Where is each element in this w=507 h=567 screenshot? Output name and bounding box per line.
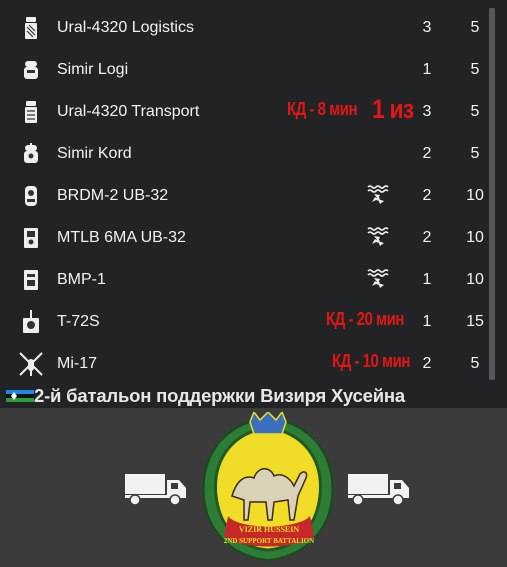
camel-crest-emblem: VIZIR HUSSEIN 2ND SUPPORT BATTALION [202, 412, 334, 562]
unit-row-brdm-2[interactable]: BRDM-2 UB-32 2 10 [14, 175, 484, 217]
cooldown-note: КД - 8 мин [287, 99, 358, 120]
unit-row-simir-kord[interactable]: Simir Kord 2 5 [14, 133, 484, 175]
unit-row-bmp-1[interactable]: BMP-1 1 10 [14, 259, 484, 301]
supply-truck-icon [25, 101, 37, 123]
supply-truck-icon [125, 474, 186, 506]
tank-icon [23, 310, 39, 333]
supply-truck-icon [25, 17, 37, 39]
unit-name: Ural-4320 Transport [57, 103, 200, 120]
unit-count: 2 [422, 229, 432, 246]
unit-name: Ural-4320 Logistics [57, 19, 194, 36]
light-vehicle-icon [24, 61, 38, 79]
unit-name: Simir Kord [57, 145, 132, 162]
unit-count: 3 [422, 103, 432, 120]
unit-name: Simir Logi [57, 61, 129, 78]
unit-cost: 5 [470, 61, 480, 78]
cooldown-note: КД - 20 мин [326, 309, 404, 330]
unit-count: 1 [422, 313, 432, 330]
unit-row-simir-logi[interactable]: Simir Logi 1 5 [14, 49, 484, 91]
unit-cost: 5 [470, 19, 480, 36]
unit-list-panel: Ural-4320 Logistics 3 5 Simir Logi 1 5 U… [0, 0, 507, 384]
amphibious-icon [367, 185, 389, 204]
helicopter-icon [19, 352, 43, 376]
unit-count: 3 [422, 19, 432, 36]
emblem-text-top: VIZIR HUSSEIN [239, 525, 299, 534]
amphibious-icon [367, 227, 389, 246]
limit-note: 1 из [372, 94, 414, 124]
unit-name: BMP-1 [57, 271, 106, 288]
unit-row-mtlb[interactable]: MTLB 6MA UB-32 2 10 [14, 217, 484, 259]
faction-banner: 2-й батальон поддержки Визиря Хусейна [0, 384, 507, 408]
unit-cost: 10 [466, 271, 484, 288]
wheeled-apc-icon [25, 186, 37, 206]
amphibious-icon [367, 269, 389, 288]
unit-row-t-72s[interactable]: T-72S КД - 20 мин 1 15 [14, 301, 484, 343]
unit-count: 2 [422, 145, 432, 162]
unit-name: T-72S [57, 313, 100, 330]
unit-cost: 5 [470, 145, 480, 162]
unit-count: 2 [422, 355, 432, 372]
emblem-text-bottom: 2ND SUPPORT BATTALION [224, 537, 314, 545]
unit-count: 1 [422, 271, 432, 288]
unit-count: 1 [422, 61, 432, 78]
tracked-apc-icon [24, 228, 38, 248]
unit-name: Mi-17 [57, 355, 98, 372]
unit-count: 2 [422, 187, 432, 204]
unit-name: MTLB 6MA UB-32 [57, 229, 186, 246]
unit-cost: 15 [466, 313, 484, 330]
unit-cost: 10 [466, 187, 484, 204]
unit-name: BRDM-2 UB-32 [57, 187, 169, 204]
unit-cost: 5 [470, 355, 480, 372]
supply-truck-icon [348, 474, 409, 506]
unit-row-ural-transport[interactable]: Ural-4320 Transport КД - 8 мин 1 из 3 5 [14, 91, 484, 133]
unit-cost: 5 [470, 103, 480, 120]
faction-title: 2-й батальон поддержки Визиря Хусейна [34, 385, 405, 406]
unit-cost: 10 [466, 229, 484, 246]
cooldown-note: КД - 10 мин [332, 351, 410, 372]
armed-light-vehicle-icon [24, 143, 38, 163]
ifv-icon [24, 270, 38, 290]
unit-row-ural-logistics[interactable]: Ural-4320 Logistics 3 5 [14, 7, 484, 49]
unit-row-mi-17[interactable]: Mi-17 КД - 10 мин 2 5 [14, 343, 484, 385]
faction-flag-icon [6, 390, 34, 402]
